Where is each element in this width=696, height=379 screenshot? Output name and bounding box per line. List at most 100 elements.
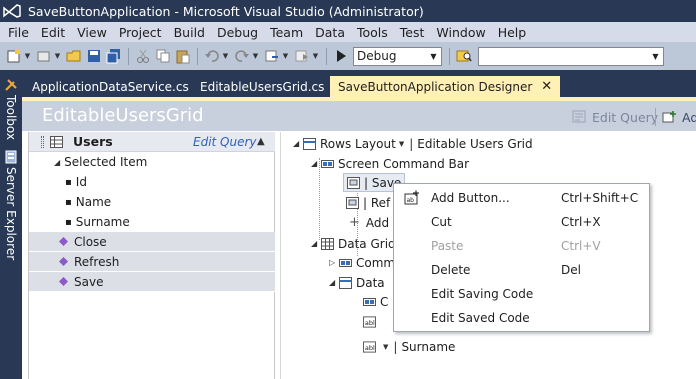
menu-edit[interactable]: Edit — [36, 25, 72, 40]
redo-dropdown-icon[interactable]: ▼ — [252, 48, 259, 64]
field-surname[interactable]: ▪ Surname — [29, 212, 275, 232]
refresh-button-node[interactable]: | Ref — [346, 193, 390, 212]
menu-data[interactable]: Data — [310, 25, 352, 40]
menu-item-label: Add Button... — [431, 191, 510, 205]
undo-icon[interactable] — [204, 48, 220, 64]
command-close[interactable]: Close — [29, 232, 275, 252]
server-explorer-tab[interactable]: Server Explorer — [2, 146, 20, 260]
chevron-up-icon[interactable]: ▲ — [257, 136, 265, 147]
menu-item-shortcut: Ctrl+X — [561, 215, 601, 229]
tab-editable-users-grid[interactable]: EditableUsersGrid.cs — [192, 76, 332, 97]
menu-tools[interactable]: Tools — [352, 25, 395, 40]
toolbox-tab[interactable]: Toolbox — [2, 74, 20, 140]
menu-build[interactable]: Build — [169, 25, 212, 40]
rows-layout-node[interactable]: ◢ Rows Layout ▼ | Editable Users Grid — [293, 134, 533, 153]
navigate-backward-icon[interactable] — [264, 48, 280, 64]
navigate-forward-dropdown-icon[interactable]: ▼ — [312, 48, 319, 64]
title-bar: SaveButtonApplication - Microsoft Visual… — [0, 0, 696, 22]
expand-triangle-icon[interactable]: ◢ — [54, 158, 60, 167]
field-id[interactable]: ▪ Id — [29, 172, 275, 192]
tab-label: EditableUsersGrid.cs — [200, 79, 325, 94]
server-explorer-tab-label: Server Explorer — [4, 167, 18, 261]
find-in-files-icon[interactable] — [456, 48, 472, 64]
undo-dropdown-icon[interactable]: ▼ — [222, 48, 229, 64]
command-bar-icon — [321, 159, 334, 168]
paste-icon[interactable] — [175, 48, 191, 64]
menu-project[interactable]: Project — [114, 25, 169, 40]
text-field-node[interactable]: abl — [363, 312, 380, 331]
users-collection-label: Users — [73, 134, 113, 149]
expand-triangle-icon[interactable]: ◢ — [293, 139, 303, 148]
tab-application-data-service[interactable]: ApplicationDataService.cs — [24, 76, 197, 97]
selected-item-node[interactable]: ◢ Selected Item — [29, 152, 275, 172]
edit-query-label: Edit Query — [592, 109, 659, 125]
menu-item-add-button[interactable]: ab Add Button... Ctrl+Shift+C — [395, 186, 648, 210]
screen-command-bar-node[interactable]: ◢ Screen Command Bar — [311, 154, 469, 173]
root-name-label: Editable Users Grid — [417, 136, 533, 151]
new-project-dropdown-icon[interactable]: ▼ — [24, 48, 31, 64]
menu-team[interactable]: Team — [265, 25, 310, 40]
field-label: Id — [75, 175, 87, 189]
button-icon — [346, 196, 359, 209]
close-icon[interactable]: ✕ — [541, 79, 552, 94]
add-item-dropdown-icon[interactable]: ▼ — [54, 48, 61, 64]
menu-item-delete[interactable]: Delete Del — [395, 258, 648, 282]
menu-debug[interactable]: Debug — [212, 25, 265, 40]
save-icon[interactable] — [86, 48, 102, 64]
menu-window[interactable]: Window — [431, 25, 492, 40]
surname-field-node[interactable]: abl ▼ | Surname — [363, 337, 455, 356]
navigate-forward-icon[interactable] — [294, 48, 310, 64]
open-file-icon[interactable] — [66, 48, 82, 64]
navigate-backward-dropdown-icon[interactable]: ▼ — [282, 48, 289, 64]
field-name[interactable]: ▪ Name — [29, 192, 275, 212]
menu-test[interactable]: Test — [395, 25, 432, 40]
server-explorer-icon — [5, 150, 17, 164]
menu-item-edit-saving-code[interactable]: Edit Saving Code — [395, 282, 648, 306]
menu-item-cut[interactable]: Cut Ctrl+X — [395, 210, 648, 234]
field-label: Surname — [75, 215, 130, 229]
menu-item-paste: Paste Ctrl+V — [395, 234, 648, 258]
menu-help[interactable]: Help — [493, 25, 534, 40]
command-save[interactable]: Save — [29, 272, 275, 292]
cut-icon[interactable] — [135, 48, 151, 64]
drag-grip-icon[interactable] — [41, 136, 44, 148]
expand-triangle-icon[interactable]: ◢ — [329, 278, 339, 287]
start-debugging-icon[interactable] — [333, 48, 349, 64]
edit-query-button[interactable]: Edit Query — [572, 107, 658, 127]
menu-item-label: Edit Saved Code — [431, 311, 530, 325]
command-refresh[interactable]: Refresh — [29, 252, 275, 272]
expand-triangle-icon[interactable]: ◢ — [311, 159, 321, 168]
add-item-icon[interactable] — [36, 48, 52, 64]
rows-layout-icon — [303, 137, 316, 150]
data-row-node[interactable]: ◢ Data — [329, 273, 385, 292]
tab-save-button-application-designer[interactable]: SaveButtonApplication Designer ✕ — [330, 76, 561, 97]
solution-configuration-select[interactable]: Debug ▼ — [353, 46, 442, 66]
add-icon: + — [349, 215, 360, 230]
save-all-icon[interactable] — [106, 48, 122, 64]
new-project-icon[interactable] — [6, 48, 22, 64]
chevron-down-icon[interactable]: ▼ — [399, 140, 404, 148]
find-combo[interactable]: ▼ — [478, 46, 664, 66]
screen-title: EditableUsersGrid — [42, 105, 204, 126]
bullet-icon: ▪ — [65, 176, 72, 188]
commands-label: Comm — [356, 255, 396, 270]
menu-view[interactable]: View — [72, 25, 114, 40]
add-data-item-button[interactable]: Ad — [662, 107, 696, 127]
copy-icon[interactable] — [155, 48, 171, 64]
menu-file[interactable]: File — [3, 25, 36, 40]
add-node[interactable]: + Add — [349, 213, 389, 232]
edit-query-icon — [572, 110, 586, 123]
data-grid-node[interactable]: ◢ Data Grid — [311, 234, 396, 253]
edit-query-link[interactable]: Edit Query — [193, 135, 257, 149]
selected-item-label: Selected Item — [64, 155, 148, 169]
chevron-down-icon[interactable]: ▼ — [383, 343, 388, 351]
redo-icon[interactable] — [234, 48, 250, 64]
expand-triangle-icon[interactable]: ◢ — [311, 239, 321, 248]
menu-item-label: Cut — [431, 215, 452, 229]
menu-item-edit-saved-code[interactable]: Edit Saved Code — [395, 306, 648, 330]
refresh-button-label: | Ref — [363, 195, 391, 210]
expand-arrow-icon[interactable]: ▷ — [329, 258, 339, 267]
command-bar-icon — [339, 258, 352, 267]
commands-node[interactable]: ▷ Comm — [329, 253, 395, 272]
row-item-node[interactable]: C — [363, 292, 388, 311]
